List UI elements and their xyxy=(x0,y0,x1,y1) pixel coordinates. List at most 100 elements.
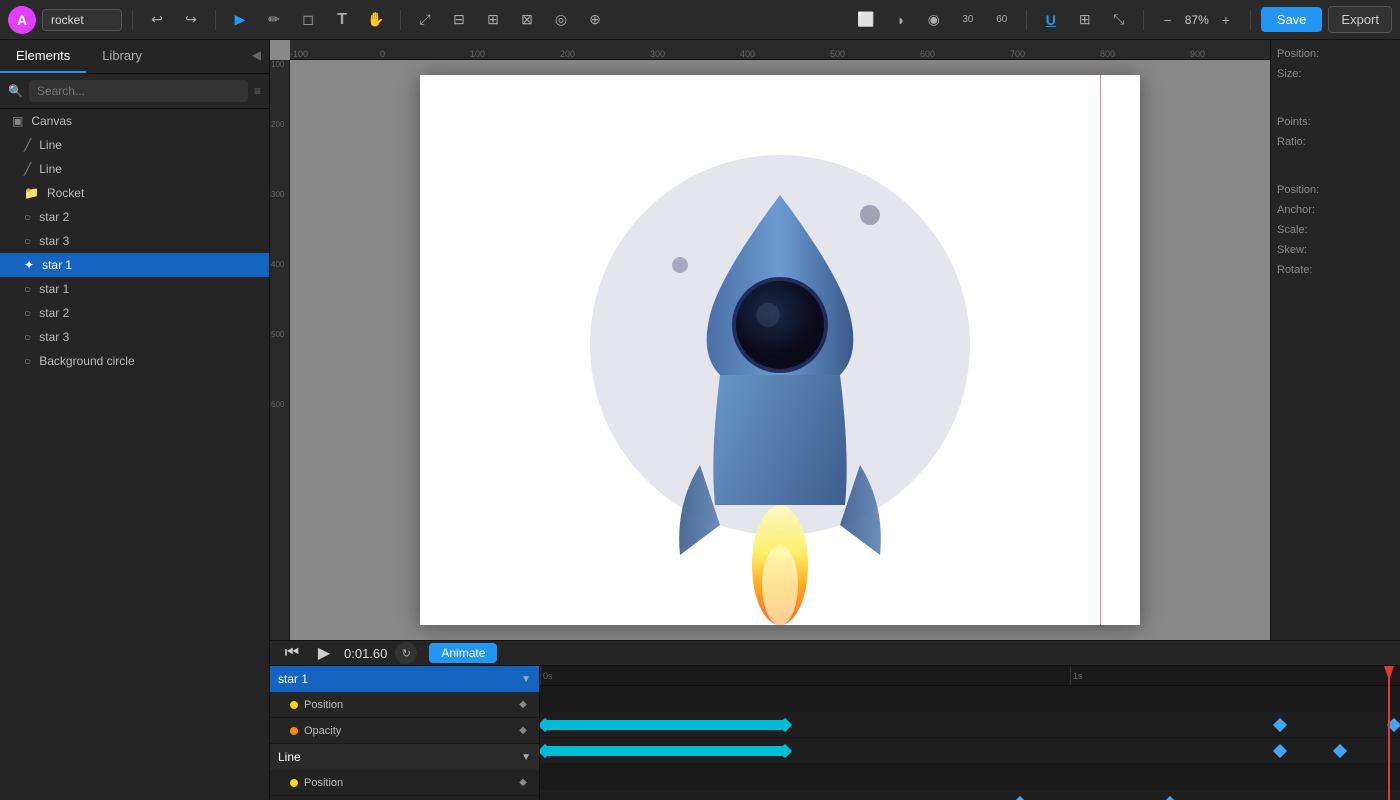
tree-item-line1[interactable]: ╱ Line xyxy=(0,133,269,157)
search-input[interactable] xyxy=(29,80,248,102)
filename-input[interactable] xyxy=(42,9,122,31)
top-toolbar: A ↩ ↪ ▶ ✏ ◻ T ✋ ⤢ ⊟ ⊞ ⊠ ◎ ⊕ ⬜ ◑ ◉ 30 60 … xyxy=(0,0,1400,40)
layer-star1-expand[interactable]: ▼ xyxy=(521,674,531,685)
ruler-top: -100 0 100 200 300 400 500 600 700 800 9… xyxy=(290,40,1270,60)
star3b-label: star 3 xyxy=(39,330,257,344)
preview-button[interactable]: ⬜ xyxy=(852,6,880,34)
save-button[interactable]: Save xyxy=(1261,7,1323,32)
tree-item-bg-circle[interactable]: ○ Background circle xyxy=(0,349,269,373)
timeline-time-header: 0s 1s 2s xyxy=(540,666,1400,686)
transform-tool-button[interactable]: ⤢ xyxy=(411,6,439,34)
hand-tool-button[interactable]: ✋ xyxy=(362,6,390,34)
scale-label: Scale: xyxy=(1277,224,1308,236)
timeline-play-button[interactable]: ▶ xyxy=(312,641,336,665)
keyframe-line-pos-2[interactable] xyxy=(1163,796,1177,800)
color-button[interactable]: ◉ xyxy=(920,6,948,34)
rocket-svg xyxy=(420,75,1140,625)
star1-sel-icon: ✦ xyxy=(24,258,34,272)
timer60-button[interactable]: 60 xyxy=(988,6,1016,34)
underline-button[interactable]: U xyxy=(1037,6,1065,34)
star2b-icon: ○ xyxy=(24,306,31,320)
timeline-time: 0:01.60 xyxy=(344,646,387,661)
tree-item-canvas[interactable]: ▣ Canvas xyxy=(0,109,269,133)
undo-button[interactable]: ↩ xyxy=(143,6,171,34)
pen-tool-button[interactable]: ✏ xyxy=(260,6,288,34)
timer30-button[interactable]: 30 xyxy=(954,6,982,34)
folder-icon: 📁 xyxy=(24,186,39,200)
export-button[interactable]: Export xyxy=(1328,6,1392,33)
tree-item-star2b[interactable]: ○ star 2 xyxy=(0,301,269,325)
tree-item-star3[interactable]: ○ star 3 xyxy=(0,229,269,253)
anchor-label: Anchor: xyxy=(1277,204,1315,216)
panel-collapse-button[interactable]: ◀ xyxy=(244,40,269,73)
prop-dot-position xyxy=(290,701,298,709)
track-row-line-position xyxy=(540,790,1400,800)
left-panel: Elements Library ◀ 🔍 ≡ ▣ Canvas ╱ Line ╱… xyxy=(0,40,270,800)
line2-label: Line xyxy=(39,162,257,176)
shape-tool-button[interactable]: ◻ xyxy=(294,6,322,34)
star3-icon: ○ xyxy=(24,234,31,248)
timeline-layer-star1[interactable]: star 1 ▼ xyxy=(270,666,539,692)
keyframe-line-pos-1[interactable] xyxy=(1013,796,1027,800)
opacity-bar-1 xyxy=(545,746,785,756)
prop-diamond-opacity[interactable]: ◆ xyxy=(515,723,531,739)
tree-item-line2[interactable]: ╱ Line xyxy=(0,157,269,181)
bg-circle-label: Background circle xyxy=(39,354,257,368)
toolbar-divider-5 xyxy=(1143,10,1144,30)
line1-label: Line xyxy=(39,138,257,152)
track-row-star1-header xyxy=(540,686,1400,712)
star3b-icon: ○ xyxy=(24,330,31,344)
canvas-container[interactable]: ✛ xyxy=(290,60,1270,640)
timeline-layer-line[interactable]: Line ▼ xyxy=(270,744,539,770)
grid-button[interactable]: ⊞ xyxy=(1071,6,1099,34)
prop-anchor-row: Anchor: xyxy=(1277,204,1394,216)
prop-line-position-label: Position xyxy=(304,777,509,789)
prop-diamond-position[interactable]: ◆ xyxy=(515,697,531,713)
tree-item-star2[interactable]: ○ star 2 xyxy=(0,205,269,229)
layer-star1-name: star 1 xyxy=(278,672,515,686)
timeline-body: star 1 ▼ Position ◆ Opacity ◆ xyxy=(270,666,1400,800)
tree-item-star3b[interactable]: ○ star 3 xyxy=(0,325,269,349)
zoom-in-button[interactable]: + xyxy=(1212,6,1240,34)
tree-item-star1b[interactable]: ○ star 1 xyxy=(0,277,269,301)
rotate-label: Rotate: xyxy=(1277,264,1312,276)
tree-item-star1-selected[interactable]: ✦ star 1 xyxy=(0,253,269,277)
keyframe-op-3[interactable] xyxy=(1273,744,1287,758)
canvas-icon: ▣ xyxy=(12,114,23,128)
bg-circle-icon: ○ xyxy=(24,354,31,368)
timeline-playhead[interactable] xyxy=(1388,666,1390,800)
timeline-controls: ⏮ ▶ 0:01.60 ↻ Animate xyxy=(270,641,1400,666)
tab-library[interactable]: Library xyxy=(86,40,158,73)
select-tool-button[interactable]: ▶ xyxy=(226,6,254,34)
layer-line-expand[interactable]: ▼ xyxy=(521,752,531,763)
timeline-animate-button[interactable]: Animate xyxy=(429,643,497,663)
prop-position2-row: Position: xyxy=(1277,184,1394,196)
timeline-prop-star1-position: Position ◆ xyxy=(270,692,539,718)
zoom-out-button[interactable]: − xyxy=(1154,6,1182,34)
crop-tool-button[interactable]: ⊠ xyxy=(513,6,541,34)
tree-item-rocket[interactable]: 📁 Rocket xyxy=(0,181,269,205)
prop-diamond-line-position[interactable]: ◆ xyxy=(515,775,531,791)
prop-skew-row: Skew: xyxy=(1277,244,1394,256)
redo-button[interactable]: ↪ xyxy=(177,6,205,34)
timeline-prop-star1-opacity: Opacity ◆ xyxy=(270,718,539,744)
keyframe-op-4[interactable] xyxy=(1333,744,1347,758)
align-tool-button[interactable]: ⊟ xyxy=(445,6,473,34)
timeline-back-button[interactable]: ⏮ xyxy=(280,641,304,665)
text-tool-button[interactable]: T xyxy=(328,6,356,34)
mask-tool-button[interactable]: ◎ xyxy=(547,6,575,34)
mirror-button[interactable]: ◑ xyxy=(886,6,914,34)
position2-label: Position: xyxy=(1277,184,1319,196)
bottom-timeline: ⏮ ▶ 0:01.60 ↻ Animate star 1 ▼ xyxy=(270,640,1400,800)
toolbar-divider-1 xyxy=(132,10,133,30)
frame-tool-button[interactable]: ⊞ xyxy=(479,6,507,34)
main-layout: Elements Library ◀ 🔍 ≡ ▣ Canvas ╱ Line ╱… xyxy=(0,40,1400,800)
resize-button[interactable]: ⤡ xyxy=(1105,6,1133,34)
timeline-loop-button[interactable]: ↻ xyxy=(395,642,417,664)
tab-elements[interactable]: Elements xyxy=(0,40,86,73)
boolean-tool-button[interactable]: ⊕ xyxy=(581,6,609,34)
canvas-area: -100 0 100 200 300 400 500 600 700 800 9… xyxy=(270,40,1270,640)
keyframe-pos-3[interactable] xyxy=(1273,718,1287,732)
track-row-line-header xyxy=(540,764,1400,790)
sort-icon[interactable]: ≡ xyxy=(254,84,261,98)
